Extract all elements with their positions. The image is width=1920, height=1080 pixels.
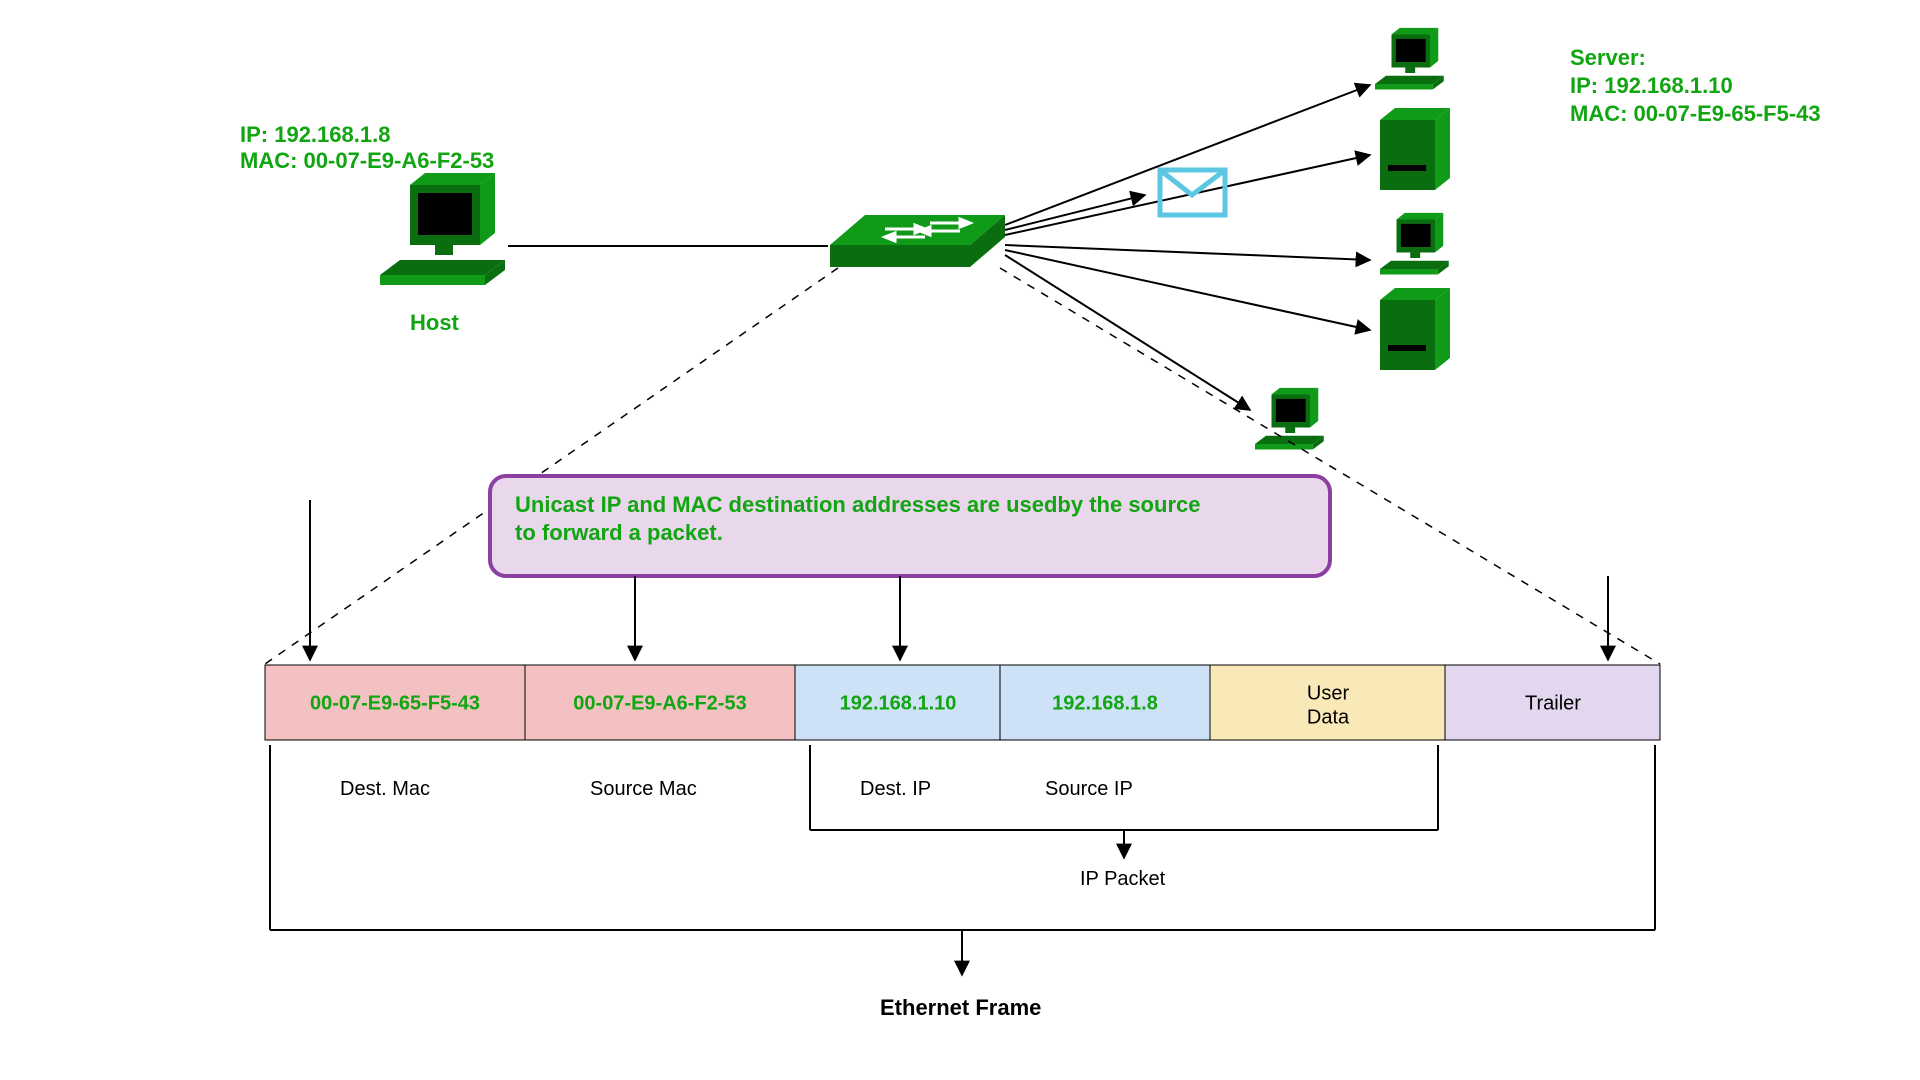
- link-switch-dev2: [1005, 155, 1370, 235]
- cap-destmac: Dest. Mac: [340, 778, 430, 800]
- ethernet-frame-row: 00-07-E9-65-F5-43 00-07-E9-A6-F2-53 192.…: [265, 665, 1660, 740]
- link-switch-dev3: [1005, 245, 1370, 260]
- envelope-icon: [1160, 170, 1225, 215]
- host-caption: Host: [410, 310, 460, 335]
- computer-icon: [380, 173, 505, 285]
- server-icon: [1380, 288, 1450, 370]
- computer-icon: [1255, 388, 1324, 450]
- ip-packet-label: IP Packet: [1080, 868, 1166, 890]
- host-ip-label: IP: 192.168.1.8: [240, 122, 390, 147]
- server-mac-label: MAC: 00-07-E9-65-F5-43: [1570, 101, 1821, 126]
- server-ip-label: IP: 192.168.1.10: [1570, 73, 1733, 98]
- ethernet-frame-bracket: [270, 745, 1655, 975]
- cap-srcmac: Source Mac: [590, 778, 697, 800]
- callout-line1: Unicast IP and MAC destination addresses…: [515, 492, 1200, 517]
- diagram-canvas: IP: 192.168.1.8 MAC: 00-07-E9-A6-F2-53 S…: [0, 0, 1920, 1080]
- ethernet-frame-label: Ethernet Frame: [880, 995, 1041, 1020]
- seg-trailer-value: Trailer: [1525, 692, 1581, 714]
- dashed-right: [1000, 268, 1660, 664]
- seg-destip-value: 192.168.1.10: [840, 692, 957, 714]
- seg-destmac-value: 00-07-E9-65-F5-43: [310, 692, 480, 714]
- dashed-left: [265, 268, 838, 664]
- seg-srcip-value: 192.168.1.8: [1052, 692, 1158, 714]
- ip-packet-bracket: [810, 745, 1438, 858]
- link-switch-dev1: [1005, 85, 1370, 225]
- link-switch-dev5: [1005, 255, 1250, 410]
- seg-userdata-line1: User: [1307, 682, 1350, 704]
- callout-line2: to forward a packet.: [515, 520, 723, 545]
- computer-icon: [1380, 213, 1449, 275]
- seg-userdata-line2: Data: [1307, 706, 1350, 728]
- link-switch-env: [1005, 195, 1145, 230]
- host-mac-label: MAC: 00-07-E9-A6-F2-53: [240, 148, 494, 173]
- server-title-label: Server:: [1570, 45, 1646, 70]
- cap-srcip: Source IP: [1045, 778, 1133, 800]
- seg-srcmac-value: 00-07-E9-A6-F2-53: [573, 692, 746, 714]
- server-icon: [1380, 108, 1450, 190]
- callout-box: Unicast IP and MAC destination addresses…: [490, 476, 1330, 576]
- computer-icon: [1375, 28, 1444, 90]
- switch-icon: [830, 215, 1005, 267]
- cap-destip: Dest. IP: [860, 778, 931, 800]
